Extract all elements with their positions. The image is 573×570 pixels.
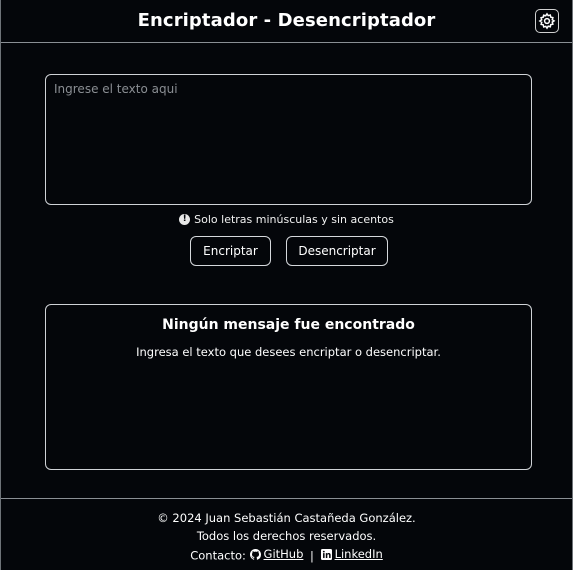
- github-label: GitHub: [263, 547, 304, 561]
- output-panel: Ningún mensaje fue encontrado Ingresa el…: [45, 304, 532, 470]
- linkedin-label: LinkedIn: [334, 547, 383, 561]
- app-header: Encriptador - Desencriptador: [1, 0, 572, 43]
- github-link[interactable]: GitHub: [249, 545, 304, 563]
- input-hint: ! Solo letras minúsculas y sin acentos: [1, 213, 572, 226]
- footer-contact: Contacto: GitHub | LinkedIn: [1, 545, 572, 565]
- footer-rights: Todos los derechos reservados.: [196, 529, 377, 543]
- settings-button[interactable]: [535, 9, 559, 33]
- page-footer: © 2024 Juan Sebastián Castañeda González…: [1, 498, 572, 570]
- footer-copyright: © 2024 Juan Sebastián Castañeda González…: [157, 511, 416, 525]
- contact-label: Contacto:: [190, 548, 246, 563]
- text-input[interactable]: [45, 74, 532, 205]
- app-page: Encriptador - Desencriptador ! Solo letr…: [0, 0, 573, 570]
- github-icon: [249, 548, 261, 560]
- hint-text: Solo letras minúsculas y sin acentos: [194, 213, 394, 226]
- decrypt-button[interactable]: Desencriptar: [286, 236, 388, 266]
- gear-icon: [538, 12, 556, 30]
- output-message: Ingresa el texto que desees encriptar o …: [136, 345, 441, 359]
- encrypt-button[interactable]: Encriptar: [190, 236, 271, 266]
- footer-separator: |: [310, 548, 314, 563]
- linkedin-icon: [320, 548, 332, 560]
- info-icon: !: [179, 214, 191, 225]
- page-title: Encriptador - Desencriptador: [137, 10, 436, 31]
- linkedin-link[interactable]: LinkedIn: [320, 545, 383, 563]
- output-title: Ningún mensaje fue encontrado: [162, 317, 415, 333]
